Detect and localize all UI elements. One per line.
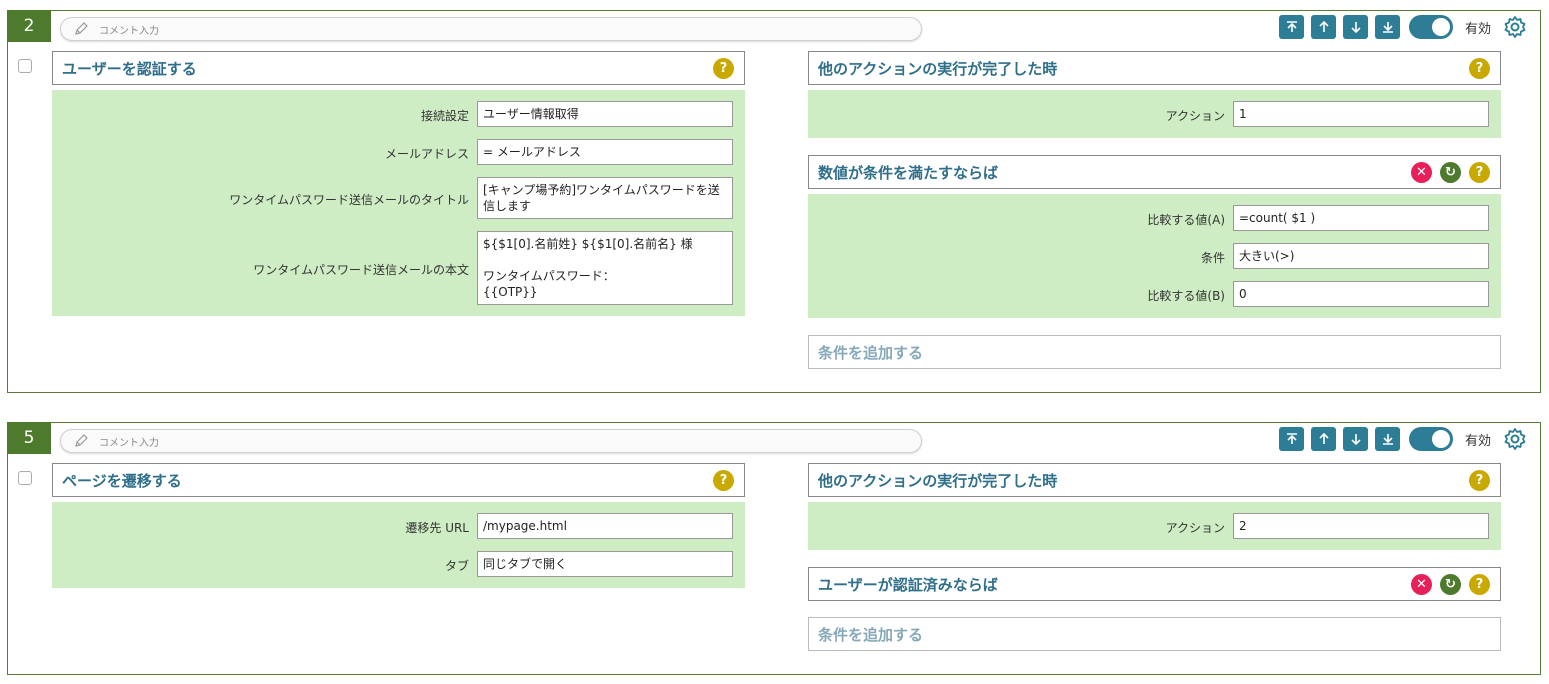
field-label: 比較する値(A) [1147,213,1225,227]
enabled-toggle[interactable] [1409,15,1453,39]
pencil-icon [75,434,88,447]
pencil-icon [75,22,88,35]
field-label: 条件 [1200,251,1225,265]
move-bottom-button[interactable] [1375,15,1400,39]
help-icon[interactable]: ? [1469,573,1490,595]
delete-icon[interactable]: ✕ [1411,161,1432,183]
select-checkbox[interactable] [18,59,32,73]
move-top-icon [1286,433,1297,444]
move-down-button[interactable] [1343,15,1368,39]
trigger-title: 他のアクションの実行が完了した時 [818,59,1058,78]
field-label: アクション [1165,521,1225,535]
action-settings-panel: 遷移先 URL /mypage.html タブ 同じタブで開く [52,502,745,588]
move-up-icon [1318,20,1329,32]
field-input[interactable]: /mypage.html [477,513,733,539]
step-card: 5 コメント入力 有効 ページを遷移する ? 遷移先 URL /mypage.h… [7,422,1541,675]
field-input[interactable]: 2 [1233,513,1489,539]
help-icon[interactable]: ? [713,469,734,491]
trigger-settings-panel: アクション 1 [808,90,1501,138]
add-condition-button[interactable]: 条件を追加する [808,335,1501,369]
move-top-button[interactable] [1279,427,1304,451]
enabled-toggle[interactable] [1409,427,1453,451]
field-input[interactable]: ユーザー情報取得 [477,101,733,127]
enabled-label: 有効 [1465,433,1492,449]
condition-header: ユーザーが認証済みならば ✕ ↻ ? [808,567,1501,601]
toggle-knob [1432,18,1450,36]
field-label: アクション [1165,109,1225,123]
field-label: 比較する値(B) [1147,289,1225,303]
step-toolbar: 有効 [1279,427,1527,451]
field-label: ワンタイムパスワード送信メールの本文 [253,263,469,277]
comment-input[interactable]: コメント入力 [60,17,922,41]
move-bottom-icon [1382,434,1393,445]
action-title: ページを遷移する [62,471,182,490]
help-icon[interactable]: ? [713,57,734,79]
action-settings-panel: 接続設定 ユーザー情報取得 メールアドレス = メールアドレス ワンタイムパスワ… [52,90,745,316]
trigger-header: 他のアクションの実行が完了した時 ? [808,51,1501,85]
comment-placeholder: コメント入力 [99,25,159,37]
condition-header: 数値が条件を満たすならば ✕ ↻ ? [808,155,1501,189]
condition-title: 数値が条件を満たすならば [818,163,999,182]
field-select[interactable]: 同じタブで開く [477,551,733,577]
field-select[interactable]: 大きい(>) [1233,243,1489,269]
field-label: メールアドレス [384,147,469,161]
action-header: ユーザーを認証する ? [52,51,745,85]
step-number: 5 [7,422,51,454]
add-condition-button[interactable]: 条件を追加する [808,617,1501,651]
refresh-icon[interactable]: ↻ [1440,161,1461,183]
field-label: 遷移先 URL [405,521,469,535]
field-textarea[interactable]: [キャンプ場予約]ワンタイムパスワードを送 信します [477,177,733,219]
step-toolbar: 有効 [1279,15,1527,39]
delete-icon[interactable]: ✕ [1411,573,1432,595]
move-down-button[interactable] [1343,427,1368,451]
trigger-settings-panel: アクション 2 [808,502,1501,550]
step-number: 2 [7,10,51,42]
gear-icon[interactable] [1503,427,1527,451]
field-input[interactable]: 0 [1233,281,1489,307]
move-up-button[interactable] [1311,427,1336,451]
condition-title: ユーザーが認証済みならば [818,575,998,594]
field-label: ワンタイムパスワード送信メールのタイトル [229,193,469,207]
field-input[interactable]: =count( $1 ) [1233,205,1489,231]
move-bottom-button[interactable] [1375,427,1400,451]
trigger-title: 他のアクションの実行が完了した時 [818,471,1058,490]
help-icon[interactable]: ? [1469,469,1490,491]
enabled-label: 有効 [1465,21,1492,37]
action-header: ページを遷移する ? [52,463,745,497]
move-top-icon [1286,21,1297,32]
move-up-icon [1318,432,1329,444]
move-bottom-icon [1382,22,1393,33]
move-up-button[interactable] [1311,15,1336,39]
field-label: 接続設定 [420,109,469,123]
move-down-icon [1350,22,1361,34]
action-title: ユーザーを認証する [62,59,197,78]
select-checkbox[interactable] [18,471,32,485]
move-down-icon [1350,434,1361,446]
field-input[interactable]: = メールアドレス [477,139,733,165]
help-icon[interactable]: ? [1469,57,1490,79]
comment-placeholder: コメント入力 [99,437,159,449]
condition-settings-panel: 比較する値(A) =count( $1 ) 条件 大きい(>) 比較する値(B)… [808,194,1501,318]
trigger-header: 他のアクションの実行が完了した時 ? [808,463,1501,497]
comment-input[interactable]: コメント入力 [60,429,922,453]
move-top-button[interactable] [1279,15,1304,39]
field-textarea[interactable]: ${$1[0].名前姓} ${$1[0].名前名} 様 ワンタイムパスワード： … [477,231,733,305]
field-label: タブ [444,559,469,573]
gear-icon[interactable] [1503,15,1527,39]
help-icon[interactable]: ? [1469,161,1490,183]
toggle-knob [1432,430,1450,448]
refresh-icon[interactable]: ↻ [1440,573,1461,595]
field-input[interactable]: 1 [1233,101,1489,127]
step-card: 2 コメント入力 有効 ユーザーを認証する ? 接続設定 ユーザー情報取得 メー… [7,10,1541,393]
